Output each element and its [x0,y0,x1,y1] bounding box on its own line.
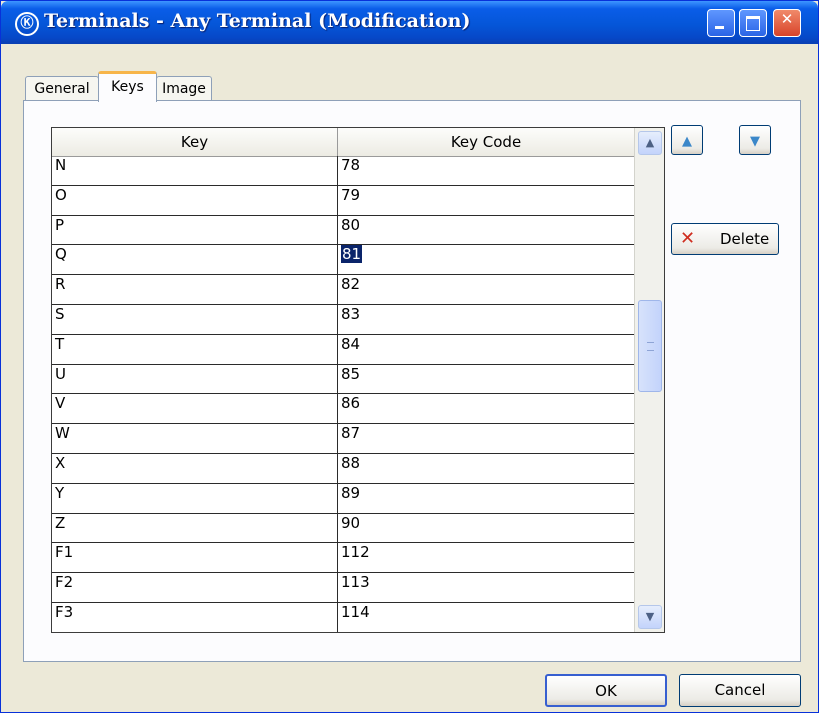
key-cell[interactable]: N [52,156,338,185]
minimize-button[interactable] [707,9,735,37]
key-cell[interactable]: X [52,453,338,483]
cancel-button[interactable]: Cancel [679,674,801,707]
table-row[interactable]: W 87 [52,424,634,454]
table-row[interactable]: F1 112 [52,543,634,574]
table-row[interactable]: F2 113 [52,573,634,603]
scroll-up-button[interactable]: ▲ [638,131,662,155]
key-code-cell[interactable]: 86 [338,394,634,423]
table-row[interactable]: Y 89 [52,483,634,514]
window-title: Terminals - Any Terminal (Modification) [44,10,471,32]
table-row[interactable]: X 88 [52,453,634,484]
table-row[interactable]: O 79 [52,185,634,216]
key-code-cell[interactable]: 85 [338,365,634,394]
tab-image[interactable]: Image [156,76,212,101]
key-code-cell[interactable]: 82 [338,275,634,304]
tab-general[interactable]: General [25,76,99,101]
arrow-up-icon: ▲ [682,134,692,149]
delete-icon: ✕ [680,228,696,249]
key-code-cell[interactable]: 113 [338,573,634,602]
key-cell[interactable]: Y [52,483,338,513]
table-row[interactable]: R 82 [52,275,634,305]
key-code-cell[interactable]: 78 [338,156,634,185]
vertical-scrollbar[interactable]: ▲ ▼ [634,128,664,632]
key-code-cell[interactable]: 84 [338,335,634,364]
grid-rows: N 78 O 79 P 80 Q 81 R 82 S 83 T 84 U 85 V 86 W 87 X 88 Y 89 Z 90 F… [52,156,634,632]
chevron-down-icon: ▼ [645,610,655,623]
key-cell[interactable]: P [52,215,338,245]
key-code-cell[interactable]: 90 [338,514,634,543]
delete-button-label: Delete [720,230,770,248]
move-up-button[interactable]: ▲ [671,125,703,155]
minimize-icon [708,10,734,36]
key-cell[interactable]: O [52,185,338,215]
table-row[interactable]: P 80 [52,215,634,246]
selected-key-code-text[interactable]: 81 [341,245,363,264]
key-cell[interactable]: R [52,275,338,304]
dialog-window: Ⓚ Terminals - Any Terminal (Modification… [0,0,819,713]
key-code-cell[interactable]: 83 [338,305,634,334]
scroll-down-button[interactable]: ▼ [638,605,662,629]
key-cell[interactable]: Z [52,513,338,543]
maximize-button[interactable] [739,9,767,37]
scroll-thumb[interactable] [638,300,662,392]
grid-header: Key Key Code [52,128,634,157]
arrow-down-icon: ▼ [750,134,760,149]
column-header-key[interactable]: Key [52,128,338,156]
key-code-cell[interactable]: 89 [338,484,634,513]
chevron-up-icon: ▲ [645,136,655,149]
app-logo-icon: Ⓚ [15,12,39,36]
grip-icon [647,342,654,351]
key-cell[interactable]: V [52,394,338,424]
key-code-cell[interactable]: 114 [338,603,634,632]
key-code-cell[interactable]: 81 [338,245,634,274]
key-cell[interactable]: Q [52,245,338,275]
column-header-key-code[interactable]: Key Code [338,128,634,156]
delete-button[interactable]: ✕ Delete [671,223,779,255]
key-cell[interactable]: W [52,424,338,453]
key-code-cell[interactable]: 79 [338,186,634,215]
key-cell[interactable]: F3 [52,602,338,632]
ok-button[interactable]: OK [545,674,667,707]
move-down-button[interactable]: ▼ [739,125,771,155]
table-row[interactable]: Q 81 [52,245,634,276]
key-code-cell[interactable]: 88 [338,454,634,483]
keys-grid: Key Key Code N 78 O 79 P 80 Q 81 R 82 S 83 T 84 U 85 V 86… [51,127,665,633]
table-row[interactable]: F3 114 [52,602,634,632]
table-row[interactable]: N 78 [52,156,634,186]
table-row[interactable]: V 86 [52,394,634,425]
tab-keys[interactable]: Keys [98,71,157,102]
key-code-cell[interactable]: 80 [338,216,634,245]
key-cell[interactable]: T [52,334,338,364]
table-row[interactable]: U 85 [52,364,634,395]
title-bar[interactable]: Ⓚ Terminals - Any Terminal (Modification… [1,1,818,44]
close-icon: ✕ [780,10,794,28]
maximize-icon [740,10,766,36]
key-cell[interactable]: F1 [52,543,338,573]
key-cell[interactable]: U [52,364,338,394]
key-code-cell[interactable]: 112 [338,543,634,572]
key-code-cell[interactable]: 87 [338,424,634,453]
key-cell[interactable]: F2 [52,573,338,602]
close-button[interactable]: ✕ [773,9,801,37]
table-row[interactable]: T 84 [52,334,634,365]
table-row[interactable]: S 83 [52,304,634,335]
table-row[interactable]: Z 90 [52,513,634,544]
key-cell[interactable]: S [52,304,338,334]
